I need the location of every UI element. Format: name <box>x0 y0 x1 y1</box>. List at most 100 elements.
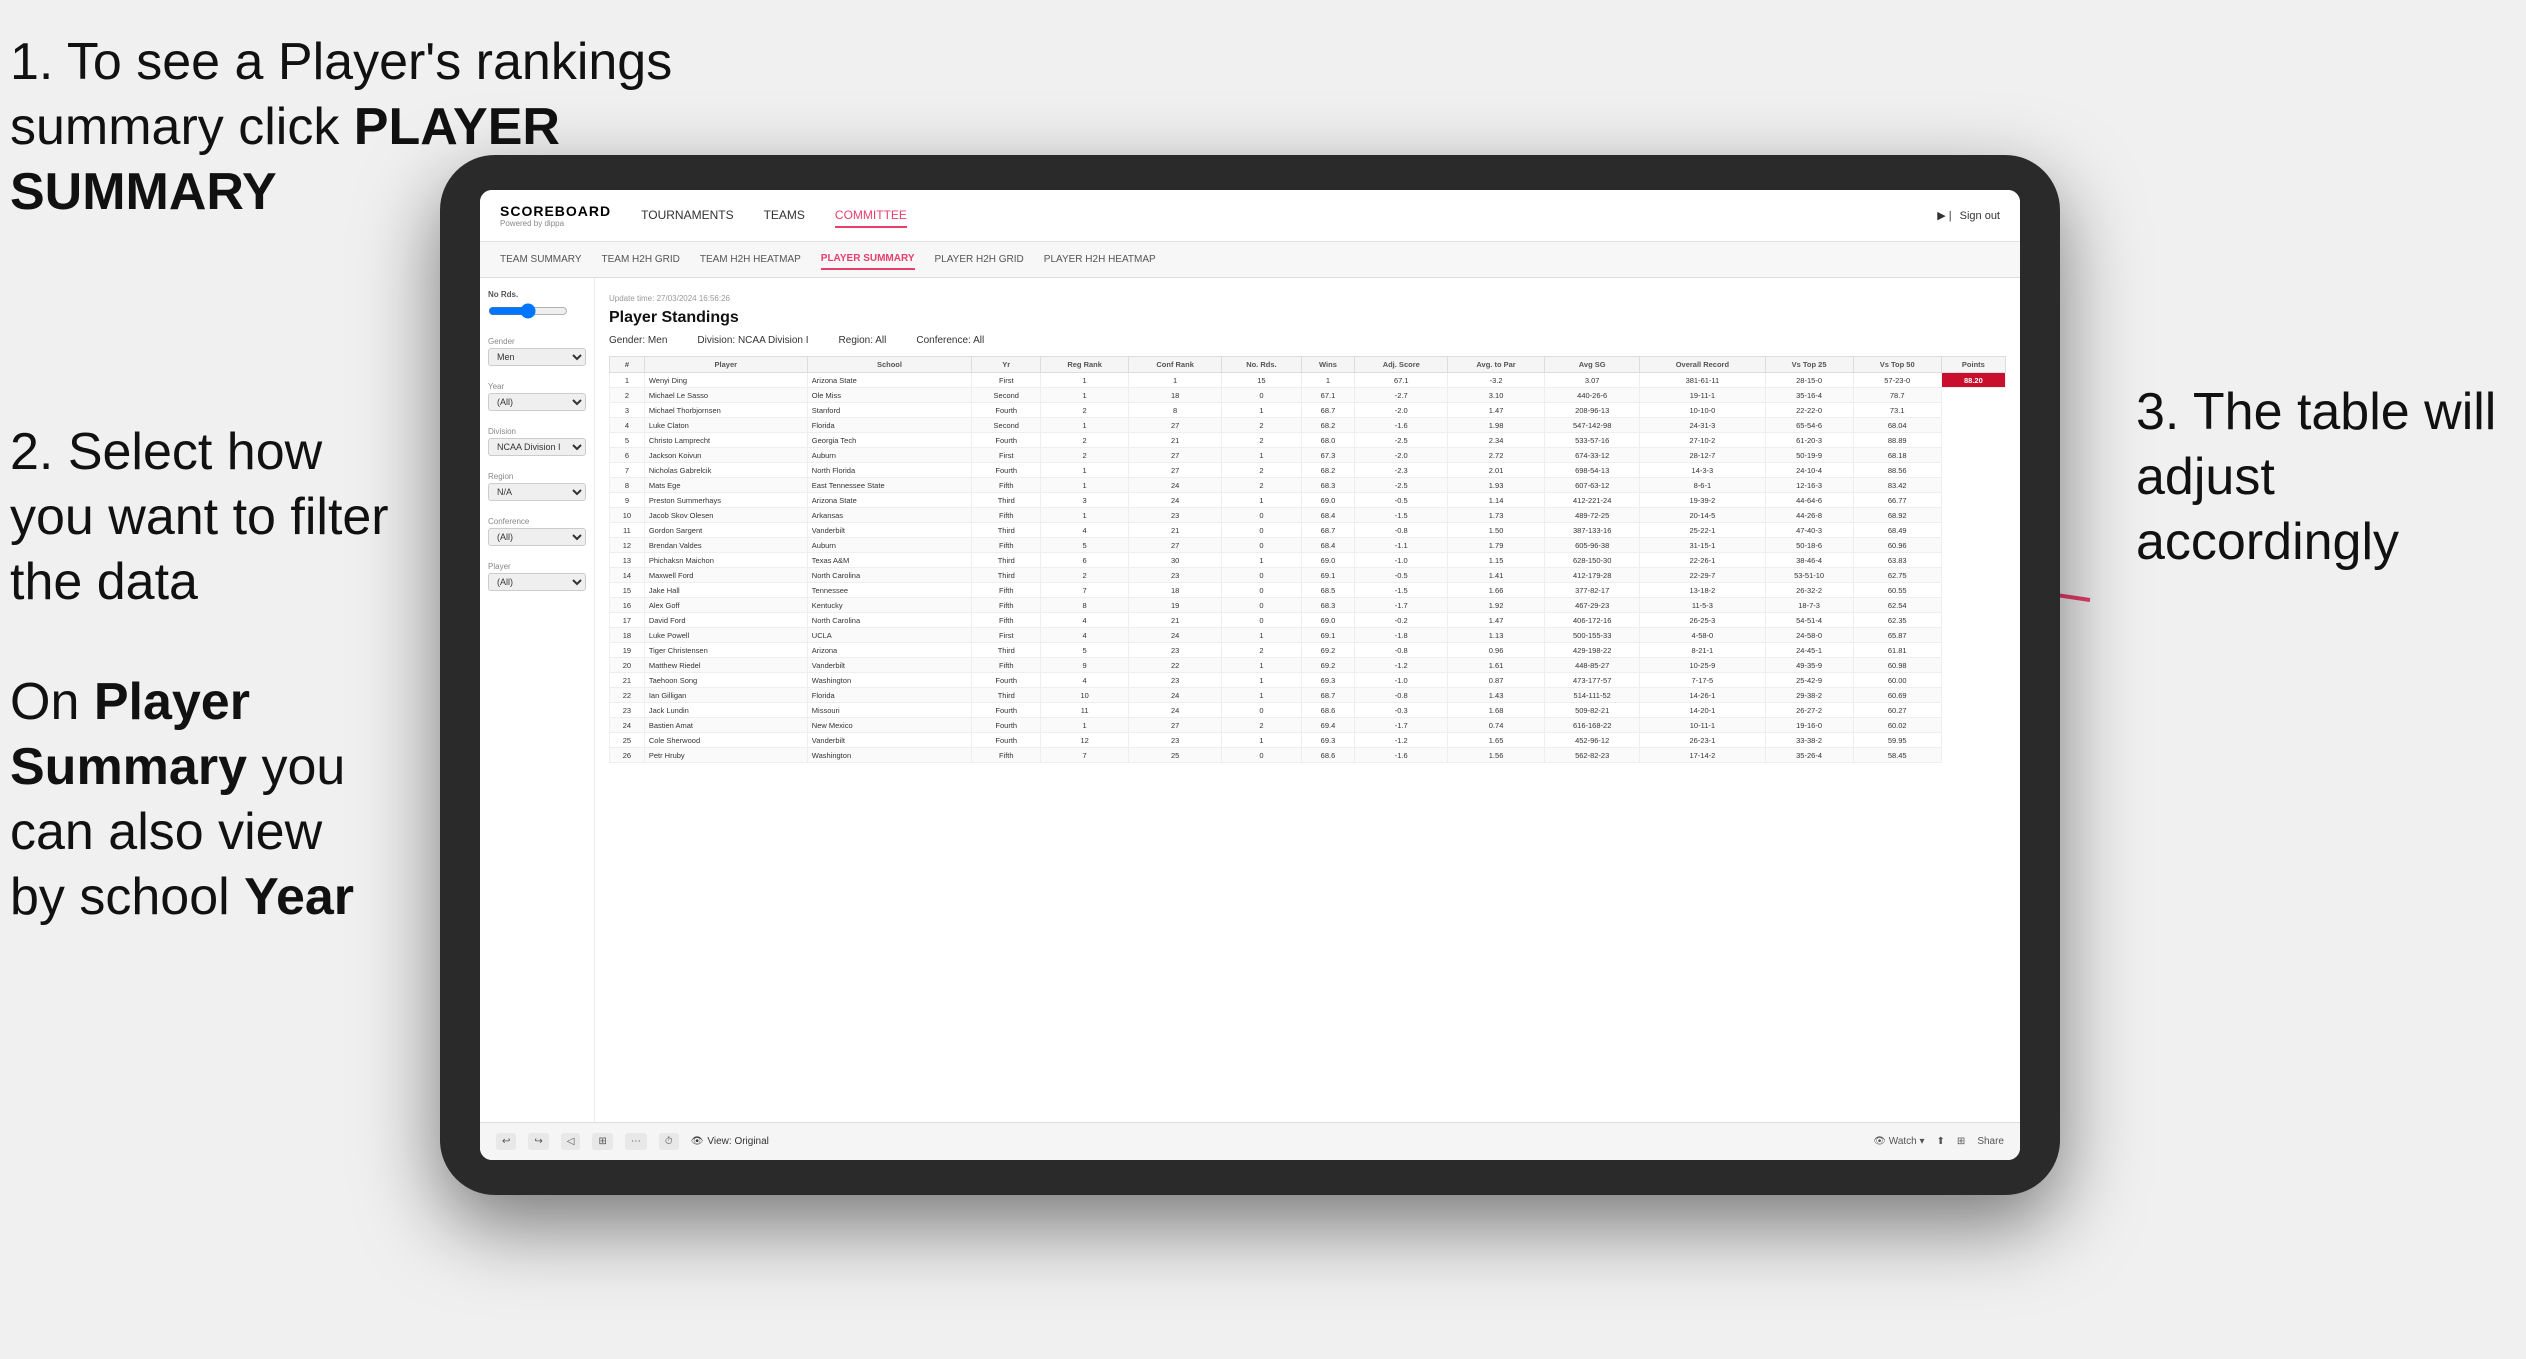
col-vs-top-25: Vs Top 25 <box>1765 357 1853 373</box>
gender-select[interactable]: Men <box>488 348 586 366</box>
nav-right: ▶ | Sign out <box>1937 209 2000 222</box>
filter-division: Division: NCAA Division I <box>697 335 808 346</box>
col-yr: Yr <box>972 357 1041 373</box>
table-row: 2Michael Le SassoOle MissSecond118067.1-… <box>610 388 2006 403</box>
table-row: 8Mats EgeEast Tennessee StateFifth124268… <box>610 478 2006 493</box>
bottom-toolbar: ↩ ↪ ◁ ⊞ ⋯ ⏱ 👁 View: Original 👁 Watch ▾ ⬆… <box>480 1122 2020 1160</box>
sign-out-link[interactable]: Sign out <box>1960 210 2000 222</box>
logo-sub: Powered by dippa <box>500 219 611 228</box>
nav-item-committee[interactable]: COMMITTEE <box>835 204 907 228</box>
tablet-device: SCOREBOARD Powered by dippa TOURNAMENTS … <box>440 155 2060 1195</box>
year-select[interactable]: (All) First Second Third Fourth Fifth <box>488 393 586 411</box>
col-wins: Wins <box>1301 357 1355 373</box>
sub-nav-player-h2h-grid[interactable]: PLAYER H2H GRID <box>935 250 1024 269</box>
col-reg-rank: Reg Rank <box>1041 357 1129 373</box>
nav-item-teams[interactable]: TEAMS <box>764 204 805 228</box>
more-btn[interactable]: ⋯ <box>625 1133 647 1150</box>
col-vs-top-50: Vs Top 50 <box>1853 357 1941 373</box>
table-row: 1Wenyi DingArizona StateFirst1115167.1-3… <box>610 373 2006 388</box>
view-icon: 👁 <box>691 1136 704 1147</box>
table-row: 26Petr HrubyWashingtonFifth725068.6-1.61… <box>610 748 2006 763</box>
logo-scoreboard: SCOREBOARD <box>500 203 611 219</box>
table-row: 23Jack LundinMissouriFourth1124068.6-0.3… <box>610 703 2006 718</box>
undo-btn[interactable]: ↩ <box>496 1133 516 1150</box>
toolbar-view: 👁 View: Original <box>691 1136 769 1147</box>
table-row: 24Bastien AmatNew MexicoFourth127269.4-1… <box>610 718 2006 733</box>
sub-nav-player-summary[interactable]: PLAYER SUMMARY <box>821 249 915 270</box>
annotation-mid-left: 2. Select how you want to filter the dat… <box>10 420 390 615</box>
division-label: Division <box>488 427 586 436</box>
annotation-bottom-left: On Player Summary you can also view by s… <box>10 670 390 930</box>
table-row: 17David FordNorth CarolinaFifth421069.0-… <box>610 613 2006 628</box>
share-btn[interactable]: Share <box>1977 1136 2004 1147</box>
table-row: 4Luke ClatonFloridaSecond127268.2-1.61.9… <box>610 418 2006 433</box>
watch-btn[interactable]: 👁 Watch ▾ <box>1873 1136 1924 1147</box>
logo-area: SCOREBOARD Powered by dippa <box>500 203 611 228</box>
sidebar-gender: Gender Men <box>488 337 586 366</box>
sub-nav-player-h2h-heatmap[interactable]: PLAYER H2H HEATMAP <box>1044 250 1156 269</box>
region-select[interactable]: N/A <box>488 483 586 501</box>
player-label: Player <box>488 562 586 571</box>
table-row: 20Matthew RiedelVanderbiltFifth922169.2-… <box>610 658 2006 673</box>
table-row: 3Michael ThorbjornsenStanfordFourth28168… <box>610 403 2006 418</box>
table-row: 9Preston SummerhaysArizona StateThird324… <box>610 493 2006 508</box>
nav-item-tournaments[interactable]: TOURNAMENTS <box>641 204 733 228</box>
view-label: View: Original <box>707 1136 769 1147</box>
table-header: # Player School Yr Reg Rank Conf Rank No… <box>610 357 2006 373</box>
col-player: Player <box>644 357 807 373</box>
division-select[interactable]: NCAA Division I <box>488 438 586 456</box>
table-row: 5Christo LamprechtGeorgia TechFourth2212… <box>610 433 2006 448</box>
annotation-right: 3. The table will adjust accordingly <box>2136 380 2516 575</box>
col-points: Points <box>1941 357 2005 373</box>
nav-icon: ▶ | <box>1937 209 1951 222</box>
table-row: 16Alex GoffKentuckyFifth819068.3-1.71.92… <box>610 598 2006 613</box>
clock-btn[interactable]: ⏱ <box>659 1133 679 1150</box>
sub-nav-team-h2h-heatmap[interactable]: TEAM H2H HEATMAP <box>700 250 801 269</box>
table-row: 10Jacob Skov OlesenArkansasFifth123068.4… <box>610 508 2006 523</box>
sidebar-player: Player (All) <box>488 562 586 591</box>
col-school: School <box>807 357 971 373</box>
redo-btn[interactable]: ↪ <box>528 1133 548 1150</box>
col-no-rds: No. Rds. <box>1222 357 1301 373</box>
grid-btn[interactable]: ⊞ <box>1957 1136 1965 1147</box>
conference-select[interactable]: (All) <box>488 528 586 546</box>
back-btn[interactable]: ◁ <box>561 1133 581 1150</box>
table-title: Player Standings <box>609 309 2006 327</box>
sub-nav-team-summary[interactable]: TEAM SUMMARY <box>500 250 582 269</box>
sidebar-no-rds: No Rds. <box>488 290 586 321</box>
export-btn[interactable]: ⬆ <box>1937 1136 1945 1147</box>
no-rds-label: No Rds. <box>488 290 586 299</box>
table-row: 22Ian GilliganFloridaThird1024168.7-0.81… <box>610 688 2006 703</box>
col-conf-rank: Conf Rank <box>1128 357 1221 373</box>
table-row: 13Phichaksn MaichonTexas A&MThird630169.… <box>610 553 2006 568</box>
table-row: 15Jake HallTennesseeFifth718068.5-1.51.6… <box>610 583 2006 598</box>
sidebar-conference: Conference (All) <box>488 517 586 546</box>
col-rank: # <box>610 357 645 373</box>
sidebar: No Rds. Gender Men Year (All) First Seco… <box>480 278 595 1122</box>
toolbar-right: 👁 Watch ▾ ⬆ ⊞ Share <box>1873 1136 2004 1147</box>
filter-gender: Gender: Men <box>609 335 667 346</box>
col-overall-record: Overall Record <box>1640 357 1765 373</box>
col-avg-sg: Avg SG <box>1545 357 1640 373</box>
player-standings-table: # Player School Yr Reg Rank Conf Rank No… <box>609 356 2006 763</box>
sidebar-year: Year (All) First Second Third Fourth Fif… <box>488 382 586 411</box>
filters-row: Gender: Men Division: NCAA Division I Re… <box>609 335 2006 346</box>
table-row: 12Brendan ValdesAuburnFifth527068.4-1.11… <box>610 538 2006 553</box>
table-area: Update time: 27/03/2024 16:56:26 Player … <box>595 278 2020 1122</box>
copy-btn[interactable]: ⊞ <box>592 1133 612 1150</box>
sub-nav-team-h2h-grid[interactable]: TEAM H2H GRID <box>602 250 680 269</box>
table-row: 14Maxwell FordNorth CarolinaThird223069.… <box>610 568 2006 583</box>
conference-label: Conference <box>488 517 586 526</box>
gender-label: Gender <box>488 337 586 346</box>
table-row: 7Nicholas GabrelcikNorth FloridaFourth12… <box>610 463 2006 478</box>
update-time: Update time: 27/03/2024 16:56:26 <box>609 294 2006 303</box>
sub-nav: TEAM SUMMARY TEAM H2H GRID TEAM H2H HEAT… <box>480 242 2020 278</box>
table-row: 25Cole SherwoodVanderbiltFourth1223169.3… <box>610 733 2006 748</box>
filter-region: Region: All <box>839 335 887 346</box>
table-row: 19Tiger ChristensenArizonaThird523269.2-… <box>610 643 2006 658</box>
player-select[interactable]: (All) <box>488 573 586 591</box>
col-adj-score: Adj. Score <box>1355 357 1448 373</box>
nav-bar: SCOREBOARD Powered by dippa TOURNAMENTS … <box>480 190 2020 242</box>
year-label: Year <box>488 382 586 391</box>
no-rds-slider[interactable] <box>488 303 568 319</box>
